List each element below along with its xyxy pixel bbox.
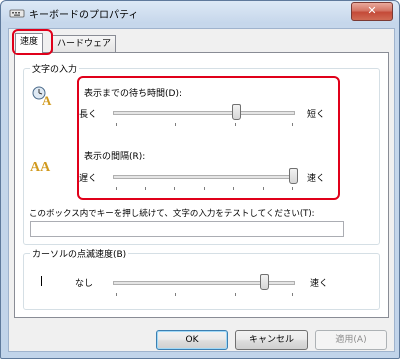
- tab-hardware[interactable]: ハードウェア: [52, 35, 117, 53]
- title-bar[interactable]: キーボードのプロパティ ✕: [1, 1, 399, 25]
- cursor-blink-group: カーソルの点滅速度(B) なし 速く: [23, 247, 380, 310]
- dialog-window: キーボードのプロパティ ✕ 速度 ハードウェア 文字の入力 A 表示までの待ち時…: [0, 0, 400, 359]
- text-cursor-icon: [41, 276, 42, 286]
- keyboard-icon: [9, 9, 25, 18]
- char-input-group: 文字の入力 A 表示までの待ち時間(D): 長く 短く AA 表示の間隔(R):…: [23, 62, 380, 245]
- tick: [175, 293, 176, 296]
- repeat-rate-icon: AA: [30, 160, 51, 175]
- window-title: キーボードのプロパティ: [29, 10, 139, 21]
- tab-speed[interactable]: 速度: [15, 33, 44, 53]
- cursor-blink-left-label: なし: [75, 279, 94, 289]
- ok-button[interactable]: OK: [156, 330, 228, 350]
- svg-text:A: A: [42, 93, 52, 107]
- tick: [116, 293, 117, 296]
- cursor-blink-right-label: 速く: [310, 279, 329, 289]
- svg-text:AA: AA: [30, 160, 51, 175]
- dialog-body: 速度 ハードウェア 文字の入力 A 表示までの待ち時間(D): 長く 短く AA…: [8, 28, 395, 352]
- speed-tab-panel: 文字の入力 A 表示までの待ち時間(D): 長く 短く AA 表示の間隔(R):…: [14, 52, 389, 318]
- cursor-blink-group-title: カーソルの点滅速度(B): [30, 247, 129, 260]
- cancel-button[interactable]: キャンセル: [235, 330, 308, 350]
- close-button[interactable]: ✕: [351, 2, 393, 21]
- repeat-delay-icon: A: [32, 86, 52, 107]
- close-icon: ✕: [367, 4, 377, 17]
- char-input-group-title: 文字の入力: [30, 62, 80, 75]
- tick: [235, 293, 236, 296]
- test-input[interactable]: [30, 221, 344, 237]
- tick: [292, 293, 293, 296]
- apply-button[interactable]: 適用(A): [315, 330, 387, 350]
- test-box-label: このボックス内でキーを押し続けて、文字の入力をテストしてください(T):: [29, 209, 315, 219]
- cursor-blink-slider-thumb[interactable]: [260, 274, 269, 290]
- highlight-annotation-sliders: [77, 76, 340, 200]
